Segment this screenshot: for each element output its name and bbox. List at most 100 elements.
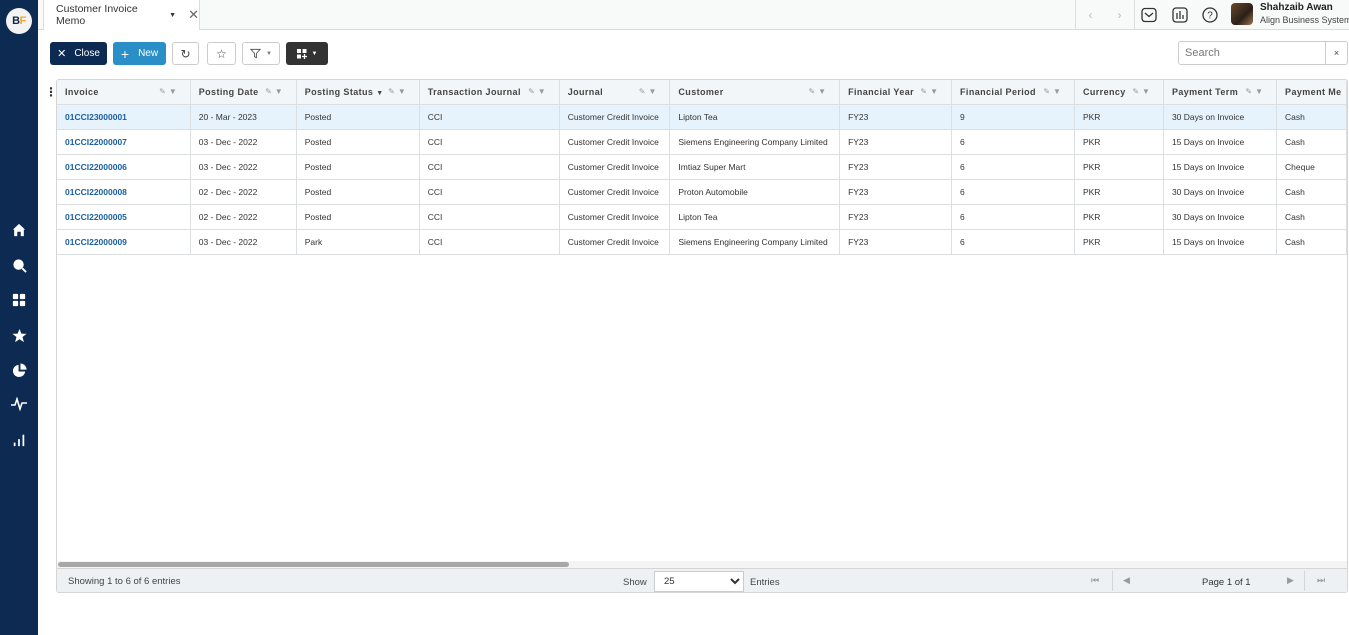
logo-letter-f: F bbox=[19, 15, 27, 27]
column-label: Currency bbox=[1082, 86, 1126, 97]
table-cell: 15 Days on Invoice bbox=[1163, 229, 1278, 255]
bar-chart-icon[interactable] bbox=[11, 432, 27, 448]
home-icon[interactable] bbox=[11, 222, 27, 238]
page-size-select[interactable]: 25 bbox=[654, 571, 744, 592]
plus-icon: + bbox=[120, 45, 130, 62]
table-row[interactable]: 01CCI22000009 03 - Dec - 2022 Park CCI Custo… bbox=[57, 229, 1347, 255]
chevron-right-icon[interactable]: › bbox=[1118, 8, 1122, 22]
table-cell: 03 - Dec - 2022 bbox=[190, 129, 297, 155]
column-header-financial-period[interactable]: Financial Period ✎▼ bbox=[951, 80, 1075, 105]
table-cell: PKR bbox=[1074, 129, 1164, 155]
top-bar: Customer Invoice Memo ▼ ✕ ‹ › ? Shahzaib… bbox=[38, 0, 1349, 30]
app-logo[interactable]: BF bbox=[6, 8, 32, 34]
table-cell: 15 Days on Invoice bbox=[1163, 154, 1278, 180]
sort-desc-icon[interactable]: ▼ bbox=[376, 90, 383, 97]
filter-dropdown-button[interactable]: ▼ bbox=[242, 42, 280, 65]
table-cell: Cash bbox=[1276, 104, 1347, 130]
chevron-down-icon: ▼ bbox=[266, 50, 272, 57]
table-cell: 6 bbox=[951, 229, 1075, 255]
inbox-icon[interactable] bbox=[1141, 7, 1157, 23]
pin-filter-icons[interactable]: ✎▼ bbox=[808, 87, 829, 96]
column-label: Payment Term bbox=[1171, 86, 1239, 97]
table-cell: PKR bbox=[1074, 229, 1164, 255]
prev-page-icon[interactable]: ◀ bbox=[1123, 575, 1130, 586]
table-cell: Customer Credit Invoice bbox=[559, 104, 671, 130]
close-label: Close bbox=[74, 48, 100, 59]
pin-filter-icons[interactable]: ✎▼ bbox=[920, 87, 941, 96]
table-cell: PKR bbox=[1074, 154, 1164, 180]
search-icon[interactable] bbox=[11, 257, 27, 273]
favorite-button[interactable]: ☆ bbox=[207, 42, 236, 65]
layout-grid-icon bbox=[296, 48, 307, 59]
table-row[interactable]: 01CCI22000005 02 - Dec - 2022 Posted CCI Cus… bbox=[57, 204, 1347, 230]
search-input[interactable] bbox=[1178, 41, 1326, 65]
pin-filter-icons[interactable]: ✎▼ bbox=[1245, 87, 1266, 96]
activity-icon[interactable] bbox=[11, 396, 27, 412]
column-label: Financial Year bbox=[848, 86, 915, 97]
refresh-button[interactable]: ↻ bbox=[172, 42, 199, 65]
column-header-financial-year[interactable]: Financial Year ✎▼ bbox=[839, 80, 953, 105]
close-tab-icon[interactable]: ✕ bbox=[188, 7, 199, 23]
new-button[interactable]: + New bbox=[113, 42, 166, 65]
pin-filter-icons[interactable]: ✎▼ bbox=[265, 87, 286, 96]
table-cell: Lipton Tea bbox=[669, 204, 841, 230]
table-cell: Customer Credit Invoice bbox=[559, 204, 671, 230]
horizontal-scrollbar[interactable] bbox=[57, 561, 1347, 568]
chevron-left-icon[interactable]: ‹ bbox=[1089, 8, 1093, 22]
table-cell: FY23 bbox=[839, 129, 953, 155]
invoice-link[interactable]: 01CCI22000009 bbox=[57, 229, 191, 255]
invoice-link[interactable]: 01CCI22000007 bbox=[57, 129, 191, 155]
column-header-customer[interactable]: Customer ✎▼ bbox=[669, 80, 841, 105]
table-cell: Cash bbox=[1276, 229, 1347, 255]
close-button[interactable]: ✕ Close bbox=[50, 42, 107, 65]
table-cell: FY23 bbox=[839, 154, 953, 180]
column-header-payment-method[interactable]: Payment Me bbox=[1276, 80, 1347, 105]
table-row[interactable]: 01CCI22000006 03 - Dec - 2022 Posted CCI Cus… bbox=[57, 154, 1347, 180]
logo-letter-b: B bbox=[12, 15, 20, 27]
avatar[interactable] bbox=[1231, 3, 1253, 25]
tab-customer-invoice-memo[interactable]: Customer Invoice Memo ▼ ✕ bbox=[43, 0, 200, 30]
pin-filter-icons[interactable]: ✎▼ bbox=[528, 87, 549, 96]
column-header-currency[interactable]: Currency ✎▼ bbox=[1074, 80, 1164, 105]
column-label: Posting Date bbox=[198, 86, 259, 97]
column-header-payment-term[interactable]: Payment Term ✎▼ bbox=[1163, 80, 1278, 105]
column-header-transaction-journal[interactable]: Transaction Journal ✎▼ bbox=[419, 80, 560, 105]
pin-filter-icons[interactable]: ✎▼ bbox=[388, 87, 409, 96]
invoice-link[interactable]: 01CCI23000001 bbox=[57, 104, 191, 130]
help-icon[interactable]: ? bbox=[1202, 7, 1218, 23]
first-page-icon[interactable]: ⏮ bbox=[1091, 575, 1099, 586]
pin-filter-icons[interactable]: ✎▼ bbox=[159, 87, 180, 96]
table-cell: Park bbox=[296, 229, 420, 255]
close-icon: ✕ bbox=[57, 48, 67, 60]
layout-dropdown-button[interactable]: ▼ bbox=[286, 42, 328, 65]
pin-filter-icons[interactable]: ✎▼ bbox=[1132, 87, 1153, 96]
column-label: Invoice bbox=[65, 86, 99, 97]
table-cell: CCI bbox=[419, 104, 560, 130]
table-row[interactable]: 01CCI23000001 20 - Mar - 2023 Posted CCI Cus… bbox=[57, 104, 1347, 130]
dashboard-icon[interactable] bbox=[11, 292, 27, 308]
last-page-icon[interactable]: ⏭ bbox=[1317, 575, 1325, 586]
invoice-link[interactable]: 01CCI22000005 bbox=[57, 204, 191, 230]
pie-chart-icon[interactable] bbox=[11, 362, 27, 378]
table-row[interactable]: 01CCI22000007 03 - Dec - 2022 Posted CCI Cus… bbox=[57, 129, 1347, 155]
report-icon[interactable] bbox=[1172, 7, 1188, 23]
user-name: Shahzaib Awan bbox=[1260, 2, 1333, 13]
table-cell: Lipton Tea bbox=[669, 104, 841, 130]
user-organization: Align Business System bbox=[1260, 15, 1349, 25]
pin-filter-icons[interactable]: ✎▼ bbox=[639, 87, 660, 96]
invoice-link[interactable]: 01CCI22000006 bbox=[57, 154, 191, 180]
table-cell: 6 bbox=[951, 154, 1075, 180]
star-icon[interactable] bbox=[11, 327, 27, 343]
search-clear-button[interactable]: × bbox=[1325, 41, 1348, 65]
scrollbar-thumb[interactable] bbox=[58, 562, 569, 567]
column-header-invoice[interactable]: Invoice ✎▼ bbox=[57, 80, 191, 105]
chevron-down-icon[interactable]: ▼ bbox=[169, 12, 176, 19]
column-header-journal[interactable]: Journal ✎▼ bbox=[559, 80, 671, 105]
invoice-link[interactable]: 01CCI22000008 bbox=[57, 179, 191, 205]
column-header-posting-date[interactable]: Posting Date ✎▼ bbox=[190, 80, 297, 105]
table-cell: 6 bbox=[951, 204, 1075, 230]
next-page-icon[interactable]: ▶ bbox=[1287, 575, 1294, 586]
column-header-posting-status[interactable]: Posting Status ▼ ✎▼ bbox=[296, 80, 420, 105]
pin-filter-icons[interactable]: ✎▼ bbox=[1043, 87, 1064, 96]
table-row[interactable]: 01CCI22000008 02 - Dec - 2022 Posted CCI Cus… bbox=[57, 179, 1347, 205]
